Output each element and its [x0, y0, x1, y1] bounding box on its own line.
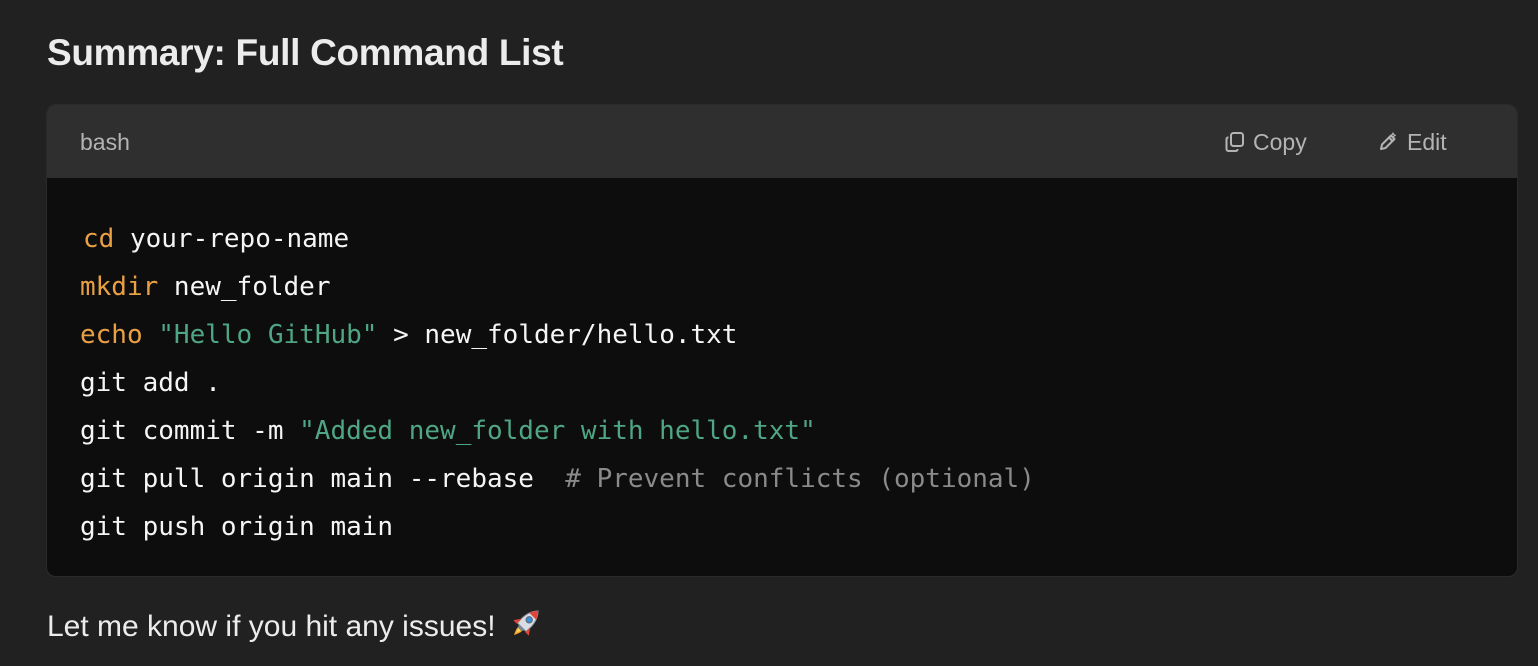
code-text: git pull origin main --rebase	[80, 464, 566, 494]
code-line: echo "Hello GitHub" > new_folder/hello.t…	[80, 311, 1035, 359]
closing-message-text: Let me know if you hit any issues!	[47, 610, 496, 643]
code-comment: # Prevent conflicts (optional)	[565, 464, 1035, 494]
code-keyword: cd	[83, 224, 115, 254]
code-text: > new_folder/hello.txt	[377, 320, 738, 350]
code-line: git pull origin main --rebase # Prevent …	[80, 455, 1035, 503]
code-string: "Hello GitHub"	[158, 320, 378, 350]
copy-icon	[1225, 131, 1245, 153]
code-line: mkdir new_folder	[80, 263, 1035, 311]
code-text: git add .	[80, 368, 221, 398]
code-block: bash Copy Edit cd your-repo-name mkdir ne…	[46, 104, 1518, 577]
section-heading: Summary: Full Command List	[47, 32, 564, 73]
code-text: git commit -m	[80, 416, 300, 446]
copy-button[interactable]: Copy	[1225, 127, 1307, 157]
code-text: git push origin main	[80, 512, 394, 542]
code-keyword: echo	[80, 320, 143, 350]
code-line: git commit -m "Added new_folder with hel…	[80, 407, 1035, 455]
code-content[interactable]: cd your-repo-name mkdir new_folder echo "H…	[80, 215, 1035, 551]
code-line: git add .	[80, 359, 1035, 407]
code-text: new_folder	[158, 272, 331, 302]
code-block-header: bash Copy Edit	[47, 105, 1517, 178]
edit-button[interactable]: Edit	[1377, 127, 1447, 157]
code-line: cd your-repo-name	[80, 215, 1035, 263]
code-language-label: bash	[80, 129, 130, 155]
copy-button-label: Copy	[1253, 128, 1307, 155]
closing-message: Let me know if you hit any issues!	[47, 603, 546, 651]
edit-pencil-icon	[1377, 131, 1399, 153]
edit-button-label: Edit	[1407, 128, 1447, 155]
code-keyword: mkdir	[80, 272, 159, 302]
code-string: "Added new_folder with hello.txt"	[299, 416, 816, 446]
code-line: git push origin main	[80, 503, 1035, 551]
code-text: your-repo-name	[114, 224, 350, 254]
rocket-icon	[506, 603, 546, 651]
